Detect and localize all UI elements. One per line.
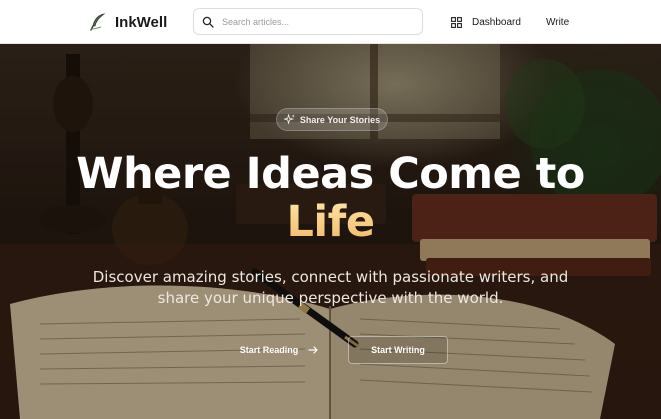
start-reading-button[interactable]: Start Reading <box>226 336 332 363</box>
arrow-right-icon <box>308 345 318 354</box>
search-icon <box>202 16 214 28</box>
nav-write-label: Write <box>546 16 570 28</box>
hero-title: Where Ideas Come to Life <box>0 150 661 246</box>
start-writing-button[interactable]: Start Writing <box>348 336 448 364</box>
hero-subtitle: Discover amazing stories, connect with p… <box>92 268 569 307</box>
start-reading-label: Start Reading <box>239 344 299 355</box>
hero-title-line: Where Ideas Come to <box>76 149 585 199</box>
sparkle-icon <box>283 114 295 125</box>
quill-logo-icon <box>90 13 106 31</box>
grid-icon <box>451 16 462 28</box>
brand[interactable]: InkWell <box>88 11 167 33</box>
hero-title-accent: Life <box>0 198 661 246</box>
share-stories-badge: Share Your Stories <box>276 108 388 131</box>
hero-section: Share Your Stories Where Ideas Come to L… <box>0 44 661 419</box>
start-writing-label: Start Writing <box>371 345 425 355</box>
search-input[interactable] <box>222 16 412 27</box>
badge-label: Share Your Stories <box>299 114 381 125</box>
top-navbar: InkWell Dashboard Write <box>0 0 661 44</box>
nav-dashboard-label: Dashboard <box>472 16 521 28</box>
nav-dashboard-link[interactable]: Dashboard <box>451 13 521 31</box>
nav-write-link[interactable]: Write <box>546 13 569 31</box>
search-box <box>193 8 423 35</box>
brand-name: InkWell <box>115 13 168 31</box>
